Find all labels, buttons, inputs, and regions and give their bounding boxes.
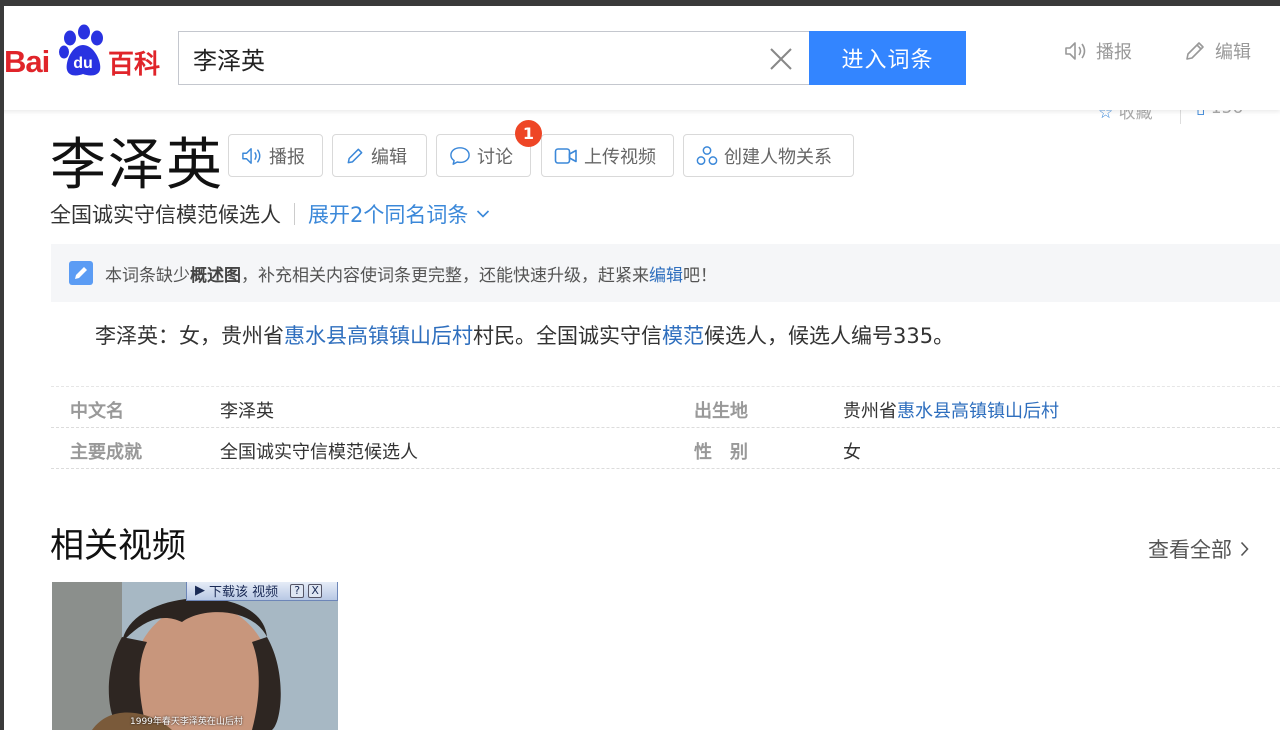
create-relation-label: 创建人物关系 xyxy=(724,146,832,168)
summary-model-link[interactable]: 模范 xyxy=(662,324,704,348)
entry-subtitle-row: 全国诚实守信模范候选人 展开2个同名词条 xyxy=(50,199,490,229)
video-download-label: 下载该 视频 xyxy=(209,585,279,600)
view-all-link[interactable]: 查看全部 xyxy=(1148,534,1249,564)
pencil-icon xyxy=(347,148,363,163)
logo-baike-text: 百科 xyxy=(108,50,161,80)
header-broadcast-button[interactable]: 播报 xyxy=(1064,36,1132,66)
entry-summary: 李泽英：女，贵州省惠水县高镇镇山后村村民。全国诚实守信模范候选人，候选人编号33… xyxy=(95,320,954,350)
info-label-chinese-name: 中文名 xyxy=(70,401,124,422)
info-value-chinese-name: 李泽英 xyxy=(220,401,274,422)
window-edge-left xyxy=(0,0,4,730)
discuss-badge: 1 xyxy=(515,120,542,147)
info-label-gender: 性别 xyxy=(694,442,766,463)
header-edit-button[interactable]: 编辑 xyxy=(1183,36,1251,66)
video-download-toolbar[interactable]: ▶ 下载该 视频 ? X xyxy=(186,582,338,601)
search-box xyxy=(178,31,810,85)
notice-bold: 概述图 xyxy=(190,265,241,286)
logo-du-text: du xyxy=(73,55,93,72)
header-broadcast-label: 播报 xyxy=(1096,42,1132,63)
expand-homonyms-label: 展开2个同名词条 xyxy=(308,203,469,227)
paw-icon: du xyxy=(59,24,103,76)
upload-video-label: 上传视频 xyxy=(584,146,656,168)
video-camera-icon xyxy=(554,147,577,164)
logo-bai-text: Bai xyxy=(4,44,50,79)
speaker-icon xyxy=(1065,42,1086,60)
upload-video-button[interactable]: 上传视频 xyxy=(541,134,674,177)
edit-button[interactable]: 编辑 xyxy=(332,134,427,177)
summary-part1: 李泽英：女，贵州省 xyxy=(95,324,284,348)
baidu-baike-logo[interactable]: Bai du 百科 xyxy=(4,24,164,80)
info-value-birthplace: 贵州省惠水县高镇镇山后村 xyxy=(843,397,1059,423)
missing-image-notice: 本词条缺少 概述图 ，补充相关内容使词条更完整，还能快速升级，赶紧来 编辑 吧！ xyxy=(51,244,1280,302)
info-label-birthplace: 出生地 xyxy=(694,401,748,422)
chevron-right-icon xyxy=(1240,541,1249,557)
entry-subtitle: 全国诚实守信模范候选人 xyxy=(50,203,281,227)
close-icon[interactable]: X xyxy=(308,583,323,598)
top-header: Bai du 百科 进入词条 播报 编辑 xyxy=(0,6,1280,110)
pencil-icon xyxy=(1186,42,1204,60)
summary-part2: 村民。全国诚实守信 xyxy=(473,324,662,348)
help-icon[interactable]: ? xyxy=(290,583,305,598)
notice-text-part1: 本词条缺少 xyxy=(105,265,190,286)
related-videos-title: 相关视频 xyxy=(50,526,186,566)
broadcast-button[interactable]: 播报 xyxy=(228,134,323,177)
relation-icon xyxy=(696,145,718,165)
basic-info-table: 中文名 李泽英 出生地 贵州省惠水县高镇镇山后村 主要成就 全国诚实守信模范候选… xyxy=(51,386,1280,469)
chevron-down-icon xyxy=(477,210,490,218)
search-input[interactable] xyxy=(191,40,751,76)
birthplace-prefix: 贵州省 xyxy=(843,401,897,422)
page-title: 李泽英 xyxy=(50,133,224,198)
enter-entry-button[interactable]: 进入词条 xyxy=(809,31,966,85)
video-caption: 1999年春天李泽英在山后村 xyxy=(130,717,243,727)
info-value-achievement: 全国诚实守信模范候选人 xyxy=(220,442,418,463)
view-all-label: 查看全部 xyxy=(1148,538,1232,562)
notice-edit-link[interactable]: 编辑 xyxy=(649,261,683,286)
create-relation-button[interactable]: 创建人物关系 xyxy=(683,134,854,177)
info-value-gender: 女 xyxy=(843,442,861,463)
birthplace-link[interactable]: 惠水县高镇镇山后村 xyxy=(897,401,1059,422)
video-frame-image xyxy=(52,582,338,730)
expand-homonyms-link[interactable]: 展开2个同名词条 xyxy=(308,199,490,229)
clear-icon[interactable] xyxy=(768,46,794,72)
subtitle-divider xyxy=(294,203,295,225)
info-label-achievement: 主要成就 xyxy=(70,442,142,463)
info-row: 中文名 李泽英 出生地 贵州省惠水县高镇镇山后村 xyxy=(51,387,1280,428)
info-row: 主要成就 全国诚实守信模范候选人 性别 女 xyxy=(51,428,1280,469)
summary-location-link[interactable]: 惠水县高镇镇山后村 xyxy=(284,324,473,348)
window-edge-top xyxy=(0,0,1280,6)
summary-part3: 候选人，候选人编号335。 xyxy=(704,324,955,348)
speaker-icon xyxy=(242,147,261,164)
chat-icon xyxy=(450,146,470,165)
header-edit-label: 编辑 xyxy=(1215,42,1251,63)
discuss-label: 讨论 xyxy=(477,146,513,168)
notice-text-part3: 吧！ xyxy=(683,265,717,286)
video-thumbnail[interactable]: ▶ 下载该 视频 ? X 1999年春天李泽英在山后村 xyxy=(52,582,338,730)
edit-note-icon xyxy=(69,261,93,285)
edit-label: 编辑 xyxy=(371,146,407,168)
notice-text-part2: ，补充相关内容使词条更完整，还能快速升级，赶紧来 xyxy=(241,265,649,286)
broadcast-label: 播报 xyxy=(269,146,305,168)
play-icon: ▶ xyxy=(195,583,205,598)
